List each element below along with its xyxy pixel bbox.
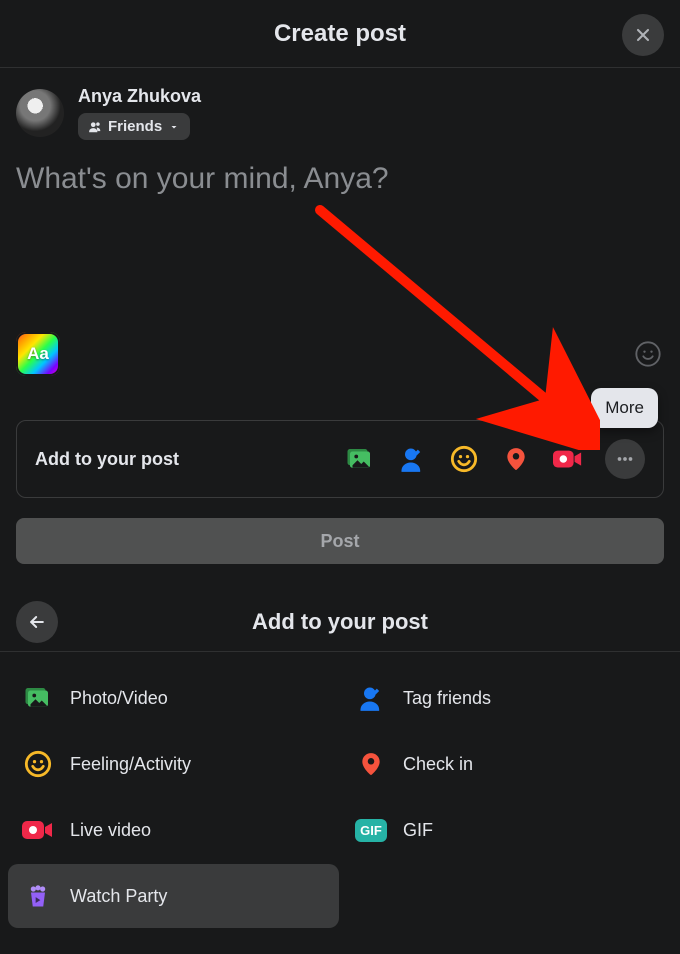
option-check-in[interactable]: Check in [341, 732, 672, 796]
tag-friends-icon-button[interactable] [397, 444, 427, 474]
add-to-post-label: Add to your post [35, 449, 179, 470]
checkin-icon-button[interactable] [501, 444, 531, 474]
add-to-post-title: Add to your post [16, 609, 664, 635]
dialog-title: Create post [274, 20, 406, 48]
option-label: Watch Party [70, 886, 167, 907]
post-button[interactable]: Post [16, 518, 664, 564]
dialog-header: Create post [0, 0, 680, 68]
close-button[interactable] [622, 14, 664, 56]
option-label: Tag friends [403, 688, 491, 709]
aa-icon: Aa [27, 344, 49, 364]
add-to-post-options: Photo/Video Tag friends Feeling/Activity… [0, 652, 680, 936]
avatar[interactable] [16, 89, 64, 137]
ellipsis-icon [614, 448, 636, 470]
photo-video-icon-button[interactable] [345, 444, 375, 474]
close-icon [633, 25, 653, 45]
option-gif[interactable]: GIF GIF [341, 798, 672, 862]
more-tooltip: More [591, 388, 658, 428]
option-feeling-activity[interactable]: Feeling/Activity [8, 732, 339, 796]
feeling-smiley-icon [24, 750, 52, 778]
location-pin-icon [503, 444, 529, 474]
option-label: Feeling/Activity [70, 754, 191, 775]
background-picker-button[interactable]: Aa [16, 332, 60, 376]
feeling-smiley-icon [450, 445, 478, 473]
photo-icon [23, 683, 53, 713]
post-button-label: Post [320, 531, 359, 552]
smiley-outline-icon [634, 340, 662, 368]
add-to-post-header: Add to your post [0, 592, 680, 652]
add-to-post-bar: Add to your post [16, 420, 664, 498]
compose-area[interactable]: What's on your mind, Anya? Aa [0, 146, 680, 376]
audience-label: Friends [108, 118, 162, 135]
option-label: Photo/Video [70, 688, 168, 709]
option-photo-video[interactable]: Photo/Video [8, 666, 339, 730]
option-label: GIF [403, 820, 433, 841]
friends-icon [88, 120, 102, 134]
emoji-picker-button[interactable] [632, 338, 664, 370]
more-options-button[interactable] [605, 439, 645, 479]
author-row: Anya Zhukova Friends [0, 68, 680, 146]
compose-placeholder: What's on your mind, Anya? [16, 162, 664, 196]
live-video-icon [553, 447, 583, 471]
option-watch-party[interactable]: Watch Party [8, 864, 339, 928]
option-label: Check in [403, 754, 473, 775]
chevron-down-icon [168, 121, 180, 133]
photo-icon [345, 444, 375, 474]
location-pin-icon [358, 749, 384, 779]
option-label: Live video [70, 820, 151, 841]
live-video-icon [22, 818, 54, 842]
live-video-icon-button[interactable] [553, 444, 583, 474]
author-name: Anya Zhukova [78, 86, 201, 107]
option-live-video[interactable]: Live video [8, 798, 339, 862]
feeling-icon-button[interactable] [449, 444, 479, 474]
tag-person-icon [357, 684, 385, 712]
option-tag-friends[interactable]: Tag friends [341, 666, 672, 730]
gif-icon: GIF [355, 819, 387, 842]
popcorn-icon [24, 882, 52, 910]
tag-person-icon [398, 445, 426, 473]
audience-selector[interactable]: Friends [78, 113, 190, 140]
